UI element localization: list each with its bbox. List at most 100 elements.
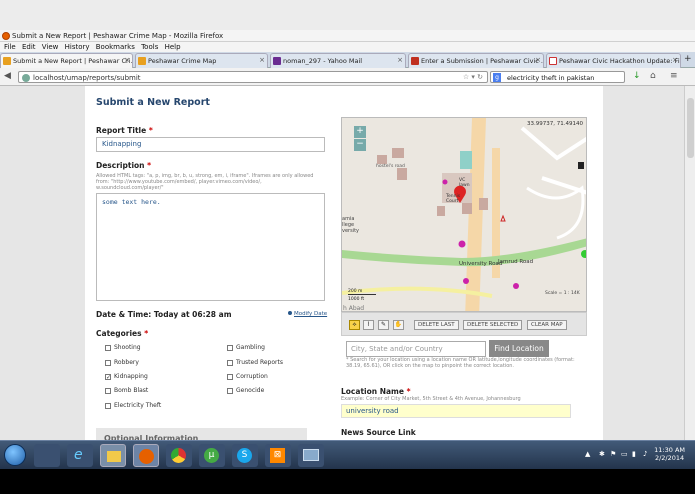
location-name-example: Example: Corner of City Market, 5th Stre… <box>341 396 521 402</box>
category-electricity-theft[interactable]: Electricity Theft <box>105 402 161 409</box>
tab-yahoo-mail[interactable]: noman_297 - Yahoo Mail × <box>270 53 406 68</box>
chrome-icon[interactable] <box>166 444 192 467</box>
back-icon[interactable]: ◀ <box>4 71 11 81</box>
checkbox[interactable] <box>227 387 233 394</box>
zoom-in-button[interactable]: + <box>354 126 366 138</box>
internet-explorer-icon[interactable]: e <box>67 444 93 467</box>
page-title: Submit a New Report <box>96 97 210 108</box>
reload-icon[interactable]: ☆ ▾ ↻ <box>463 73 483 81</box>
menu-view[interactable]: View <box>42 43 59 51</box>
start-button[interactable] <box>4 444 26 466</box>
close-tab-icon[interactable]: × <box>124 56 130 64</box>
remote-desktop-icon[interactable] <box>298 444 324 467</box>
firefox-taskbar-icon[interactable] <box>133 444 159 467</box>
report-marker[interactable] <box>463 278 469 284</box>
polygon-tool-icon[interactable]: ⟡ <box>349 320 360 330</box>
tab-crime-map[interactable]: Peshawar Crime Map × <box>135 53 268 68</box>
taskbar-clock[interactable]: 11:30 AM 2/2/2014 <box>654 446 685 462</box>
google-icon: g <box>493 73 501 82</box>
category-shooting[interactable]: Shooting <box>105 344 141 351</box>
tab-hackathon-update[interactable]: Peshawar Civic Hackathon Update: Fi... × <box>546 53 681 68</box>
location-map[interactable]: 33.99737, 71.49140 + − hostel's road VC … <box>341 117 587 312</box>
category-kidnapping[interactable]: ✓ Kidnapping <box>105 373 148 380</box>
xampp-icon[interactable]: ⊠ <box>265 444 291 467</box>
category-trusted-reports[interactable]: Trusted Reports <box>227 359 283 366</box>
search-bar[interactable]: g electricity theft in pakistan <box>490 71 625 83</box>
close-tab-icon[interactable]: × <box>535 56 541 64</box>
battery-icon[interactable]: ▭ <box>621 450 628 458</box>
find-location-button[interactable]: Find Location <box>489 340 549 357</box>
category-corruption[interactable]: Corruption <box>227 373 268 380</box>
checkbox[interactable] <box>105 387 111 394</box>
tab-submit-report[interactable]: Submit a New Report | Peshawar Cri... × <box>0 53 133 68</box>
checkbox[interactable] <box>105 359 111 366</box>
report-title-input[interactable]: Kidnapping <box>96 137 325 152</box>
delete-last-button[interactable]: DELETE LAST <box>414 320 459 330</box>
category-robbery[interactable]: Robbery <box>105 359 139 366</box>
checkbox[interactable] <box>227 344 233 351</box>
menu-icon[interactable]: ≡ <box>670 71 678 81</box>
close-tab-icon[interactable]: × <box>672 56 678 64</box>
date-time-label: Date & Time: Today at 06:28 am <box>96 310 232 319</box>
download-icon[interactable]: ↓ <box>633 71 641 81</box>
vertical-scrollbar[interactable] <box>684 86 695 440</box>
map-scale-text: Scale = 1 : 14K <box>545 291 580 296</box>
line-tool-icon[interactable]: ⌇ <box>363 320 374 330</box>
action-center-icon[interactable]: ⚑ <box>610 450 616 458</box>
menu-history[interactable]: History <box>65 43 90 51</box>
scrollbar-thumb[interactable] <box>687 98 694 158</box>
point-tool-icon[interactable]: ✎ <box>378 320 389 330</box>
menu-edit[interactable]: Edit <box>22 43 36 51</box>
zoom-out-button[interactable]: − <box>354 139 366 151</box>
delete-selected-button[interactable]: DELETE SELECTED <box>463 320 523 330</box>
menu-tools[interactable]: Tools <box>141 43 158 51</box>
tab-label: Enter a Submission | Peshawar Civic ... <box>421 57 544 65</box>
skype-icon[interactable]: S <box>232 444 258 467</box>
scale-bar-imperial: 1000 ft <box>348 297 365 302</box>
site-icon <box>411 57 419 65</box>
close-tab-icon[interactable]: × <box>397 56 403 64</box>
layers-icon[interactable] <box>578 162 584 169</box>
location-search-input[interactable]: City, State and/or Country <box>346 341 486 357</box>
checkbox[interactable] <box>105 402 111 409</box>
windows-taskbar: e µ S ⊠ ▲ ✱ ⚑ ▭ ▮ ♪ 11:30 AM 2/2/2014 <box>0 440 695 469</box>
location-name-label: Location Name * <box>341 387 411 396</box>
pan-tool-icon[interactable]: ✋ <box>393 320 404 330</box>
report-marker[interactable] <box>513 283 519 289</box>
clear-map-button[interactable]: CLEAR MAP <box>527 320 567 330</box>
network-icon[interactable]: ▮ <box>632 450 636 458</box>
menu-bookmarks[interactable]: Bookmarks <box>96 43 135 51</box>
tab-enter-submission[interactable]: Enter a Submission | Peshawar Civic ... … <box>408 53 544 68</box>
checkbox[interactable] <box>227 359 233 366</box>
plus-icon <box>288 311 292 315</box>
map-building <box>377 155 387 164</box>
optional-information-section[interactable]: Optional Information <box>96 428 307 440</box>
menu-help[interactable]: Help <box>165 43 181 51</box>
category-gambling[interactable]: Gambling <box>227 344 265 351</box>
page-viewport: Submit a New Report Report Title * Kidna… <box>0 86 684 440</box>
description-textarea[interactable]: some text here. <box>96 193 325 301</box>
checkbox[interactable] <box>105 344 111 351</box>
checkbox-checked[interactable]: ✓ <box>105 373 111 380</box>
category-genocide[interactable]: Genocide <box>227 387 264 394</box>
report-marker[interactable] <box>458 240 466 248</box>
new-tab-icon[interactable]: + <box>684 54 692 64</box>
url-bar[interactable]: localhost/umap/reports/submit ☆ ▾ ↻ <box>18 71 488 83</box>
system-tray: ▲ ✱ ⚑ ▭ ▮ ♪ 11:30 AM 2/2/2014 <box>575 441 695 470</box>
show-hidden-icons[interactable]: ▲ <box>585 450 590 458</box>
utorrent-icon[interactable]: µ <box>199 444 225 467</box>
checkbox[interactable] <box>227 373 233 380</box>
bluetooth-icon[interactable]: ✱ <box>599 450 605 458</box>
report-marker[interactable] <box>442 179 448 185</box>
volume-icon[interactable]: ♪ <box>643 450 647 458</box>
clock-date: 2/2/2014 <box>654 454 685 462</box>
home-icon[interactable]: ⌂ <box>650 71 656 81</box>
category-bomb-blast[interactable]: Bomb Blast <box>105 387 148 394</box>
close-tab-icon[interactable]: × <box>259 56 265 64</box>
modify-date-link[interactable]: Modify Date <box>288 311 327 317</box>
menu-file[interactable]: File <box>4 43 16 51</box>
categories-label: Categories * <box>96 329 149 338</box>
media-player-icon[interactable] <box>34 444 60 467</box>
file-explorer-icon[interactable] <box>100 444 126 467</box>
location-name-input[interactable]: university road <box>341 404 571 418</box>
